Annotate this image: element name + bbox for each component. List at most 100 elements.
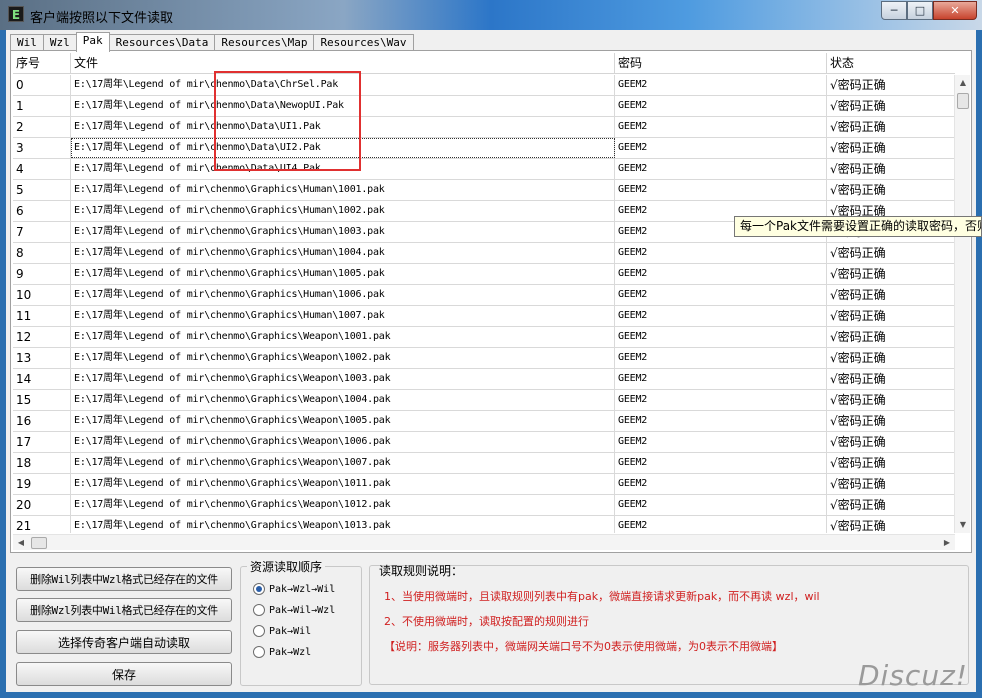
row-file-path[interactable]: E:\17周年\Legend of mir\chenmo\Graphics\Hu… xyxy=(71,201,615,221)
row-status[interactable]: √密码正确 xyxy=(827,285,955,305)
row-file-path[interactable]: E:\17周年\Legend of mir\chenmo\Graphics\We… xyxy=(71,348,615,368)
row-file-path[interactable]: E:\17周年\Legend of mir\chenmo\Graphics\Hu… xyxy=(71,264,615,284)
order-option-pak-wil-wzl[interactable]: Pak→Wil→Wzl xyxy=(253,602,335,618)
row-index[interactable]: 1 xyxy=(13,96,71,116)
row-status[interactable]: √密码正确 xyxy=(827,411,955,431)
row-index[interactable]: 11 xyxy=(13,306,71,326)
radio-icon[interactable] xyxy=(253,625,265,637)
row-file-path[interactable]: E:\17周年\Legend of mir\chenmo\Graphics\We… xyxy=(71,369,615,389)
row-index[interactable]: 10 xyxy=(13,285,71,305)
row-password[interactable]: GEEM2 xyxy=(615,411,827,431)
row-password[interactable]: GEEM2 xyxy=(615,327,827,347)
row-index[interactable]: 15 xyxy=(13,390,71,410)
row-index[interactable]: 7 xyxy=(13,222,71,242)
row-file-path[interactable]: E:\17周年\Legend of mir\chenmo\Graphics\We… xyxy=(71,495,615,515)
tab-resources-map[interactable]: Resources\Map xyxy=(214,34,315,51)
row-index[interactable]: 0 xyxy=(13,75,71,95)
row-status[interactable]: √密码正确 xyxy=(827,159,955,179)
row-password[interactable]: GEEM2 xyxy=(615,369,827,389)
table-row[interactable]: 18 E:\17周年\Legend of mir\chenmo\Graphics\… xyxy=(13,453,955,474)
row-file-path[interactable]: E:\17周年\Legend of mir\chenmo\Graphics\We… xyxy=(71,474,615,494)
row-status[interactable]: √密码正确 xyxy=(827,180,955,200)
row-index[interactable]: 14 xyxy=(13,369,71,389)
row-index[interactable]: 12 xyxy=(13,327,71,347)
delete-wzl-duplicates-button[interactable]: 删除Wzl列表中Wil格式已经存在的文件 xyxy=(16,598,232,622)
row-index[interactable]: 21 xyxy=(13,516,71,533)
order-option-pak-wzl[interactable]: Pak→Wzl xyxy=(253,644,311,660)
row-index[interactable]: 18 xyxy=(13,453,71,473)
row-index[interactable]: 17 xyxy=(13,432,71,452)
table-row[interactable]: 13 E:\17周年\Legend of mir\chenmo\Graphics\… xyxy=(13,348,955,369)
radio-icon[interactable] xyxy=(253,646,265,658)
row-status[interactable]: √密码正确 xyxy=(827,369,955,389)
row-file-path[interactable]: E:\17周年\Legend of mir\chenmo\Graphics\Hu… xyxy=(71,243,615,263)
row-password[interactable]: GEEM2 xyxy=(615,306,827,326)
row-status[interactable]: √密码正确 xyxy=(827,138,955,158)
radio-icon[interactable] xyxy=(253,604,265,616)
table-row[interactable]: 2 E:\17周年\Legend of mir\chenmo\Data\UI1.P… xyxy=(13,117,955,138)
row-password[interactable]: GEEM2 xyxy=(615,390,827,410)
table-row[interactable]: 0 E:\17周年\Legend of mir\chenmo\Data\ChrSe… xyxy=(13,75,955,96)
row-file-path[interactable]: E:\17周年\Legend of mir\chenmo\Graphics\Hu… xyxy=(71,306,615,326)
radio-selected-icon[interactable] xyxy=(253,583,265,595)
row-file-path[interactable]: E:\17周年\Legend of mir\chenmo\Graphics\We… xyxy=(71,327,615,347)
row-status[interactable]: √密码正确 xyxy=(827,474,955,494)
table-row[interactable]: 9 E:\17周年\Legend of mir\chenmo\Graphics\H… xyxy=(13,264,955,285)
scroll-right-icon[interactable]: ▶ xyxy=(939,535,955,551)
order-option-pak-wil[interactable]: Pak→Wil xyxy=(253,623,311,639)
row-index[interactable]: 16 xyxy=(13,411,71,431)
table-row[interactable]: 15 E:\17周年\Legend of mir\chenmo\Graphics\… xyxy=(13,390,955,411)
delete-wil-duplicates-button[interactable]: 删除Wil列表中Wzl格式已经存在的文件 xyxy=(16,567,232,591)
maximize-button[interactable]: □ xyxy=(907,1,933,20)
row-password[interactable]: GEEM2 xyxy=(615,180,827,200)
row-file-path[interactable]: E:\17周年\Legend of mir\chenmo\Graphics\Hu… xyxy=(71,180,615,200)
table-row[interactable]: 16 E:\17周年\Legend of mir\chenmo\Graphics\… xyxy=(13,411,955,432)
vertical-scroll-thumb[interactable] xyxy=(957,93,969,109)
row-file-path[interactable]: E:\17周年\Legend of mir\chenmo\Graphics\We… xyxy=(71,411,615,431)
row-file-path[interactable]: E:\17周年\Legend of mir\chenmo\Graphics\Hu… xyxy=(71,222,615,242)
close-button[interactable]: ✕ xyxy=(933,1,977,20)
row-password[interactable]: GEEM2 xyxy=(615,348,827,368)
row-index[interactable]: 3 xyxy=(13,138,71,158)
tab-wil[interactable]: Wil xyxy=(10,34,44,51)
order-option-pak-wzl-wil[interactable]: Pak→Wzl→Wil xyxy=(253,581,335,597)
row-file-path[interactable]: E:\17周年\Legend of mir\chenmo\Graphics\We… xyxy=(71,453,615,473)
table-row[interactable]: 14 E:\17周年\Legend of mir\chenmo\Graphics\… xyxy=(13,369,955,390)
row-index[interactable]: 6 xyxy=(13,201,71,221)
row-file-path[interactable]: E:\17周年\Legend of mir\chenmo\Graphics\We… xyxy=(71,516,615,533)
select-client-button[interactable]: 选择传奇客户端自动读取 xyxy=(16,630,232,654)
row-status[interactable]: √密码正确 xyxy=(827,243,955,263)
table-row[interactable]: 1 E:\17周年\Legend of mir\chenmo\Data\Newop… xyxy=(13,96,955,117)
row-file-path[interactable]: E:\17周年\Legend of mir\chenmo\Data\UI1.Pa… xyxy=(71,117,615,137)
scroll-down-icon[interactable]: ▼ xyxy=(955,517,971,533)
row-status[interactable]: √密码正确 xyxy=(827,348,955,368)
row-password[interactable]: GEEM2 xyxy=(615,117,827,137)
row-index[interactable]: 2 xyxy=(13,117,71,137)
row-password[interactable]: GEEM2 xyxy=(615,264,827,284)
table-row[interactable]: 10 E:\17周年\Legend of mir\chenmo\Graphics\… xyxy=(13,285,955,306)
row-password[interactable]: GEEM2 xyxy=(615,453,827,473)
row-password[interactable]: GEEM2 xyxy=(615,243,827,263)
row-file-path[interactable]: E:\17周年\Legend of mir\chenmo\Data\ChrSel… xyxy=(71,75,615,95)
row-index[interactable]: 4 xyxy=(13,159,71,179)
table-row[interactable]: 4 E:\17周年\Legend of mir\chenmo\Data\UI4.P… xyxy=(13,159,955,180)
row-file-path[interactable]: E:\17周年\Legend of mir\chenmo\Graphics\Hu… xyxy=(71,285,615,305)
save-button[interactable]: 保存 xyxy=(16,662,232,686)
table-row[interactable]: 8 E:\17周年\Legend of mir\chenmo\Graphics\H… xyxy=(13,243,955,264)
row-password[interactable]: GEEM2 xyxy=(615,159,827,179)
table-row[interactable]: 5 E:\17周年\Legend of mir\chenmo\Graphics\H… xyxy=(13,180,955,201)
table-row[interactable]: 12 E:\17周年\Legend of mir\chenmo\Graphics\… xyxy=(13,327,955,348)
file-grid[interactable]: 0 E:\17周年\Legend of mir\chenmo\Data\ChrSe… xyxy=(13,75,955,533)
row-index[interactable]: 8 xyxy=(13,243,71,263)
table-row[interactable]: 20 E:\17周年\Legend of mir\chenmo\Graphics\… xyxy=(13,495,955,516)
row-status[interactable]: √密码正确 xyxy=(827,306,955,326)
row-file-path[interactable]: E:\17周年\Legend of mir\chenmo\Graphics\We… xyxy=(71,432,615,452)
table-row[interactable]: 21 E:\17周年\Legend of mir\chenmo\Graphics\… xyxy=(13,516,955,533)
tab-pak[interactable]: Pak xyxy=(75,32,110,52)
row-password[interactable]: GEEM2 xyxy=(615,495,827,515)
row-status[interactable]: √密码正确 xyxy=(827,495,955,515)
row-index[interactable]: 9 xyxy=(13,264,71,284)
row-file-path[interactable]: E:\17周年\Legend of mir\chenmo\Data\UI4.Pa… xyxy=(71,159,615,179)
table-row[interactable]: 11 E:\17周年\Legend of mir\chenmo\Graphics\… xyxy=(13,306,955,327)
table-row[interactable]: 19 E:\17周年\Legend of mir\chenmo\Graphics\… xyxy=(13,474,955,495)
